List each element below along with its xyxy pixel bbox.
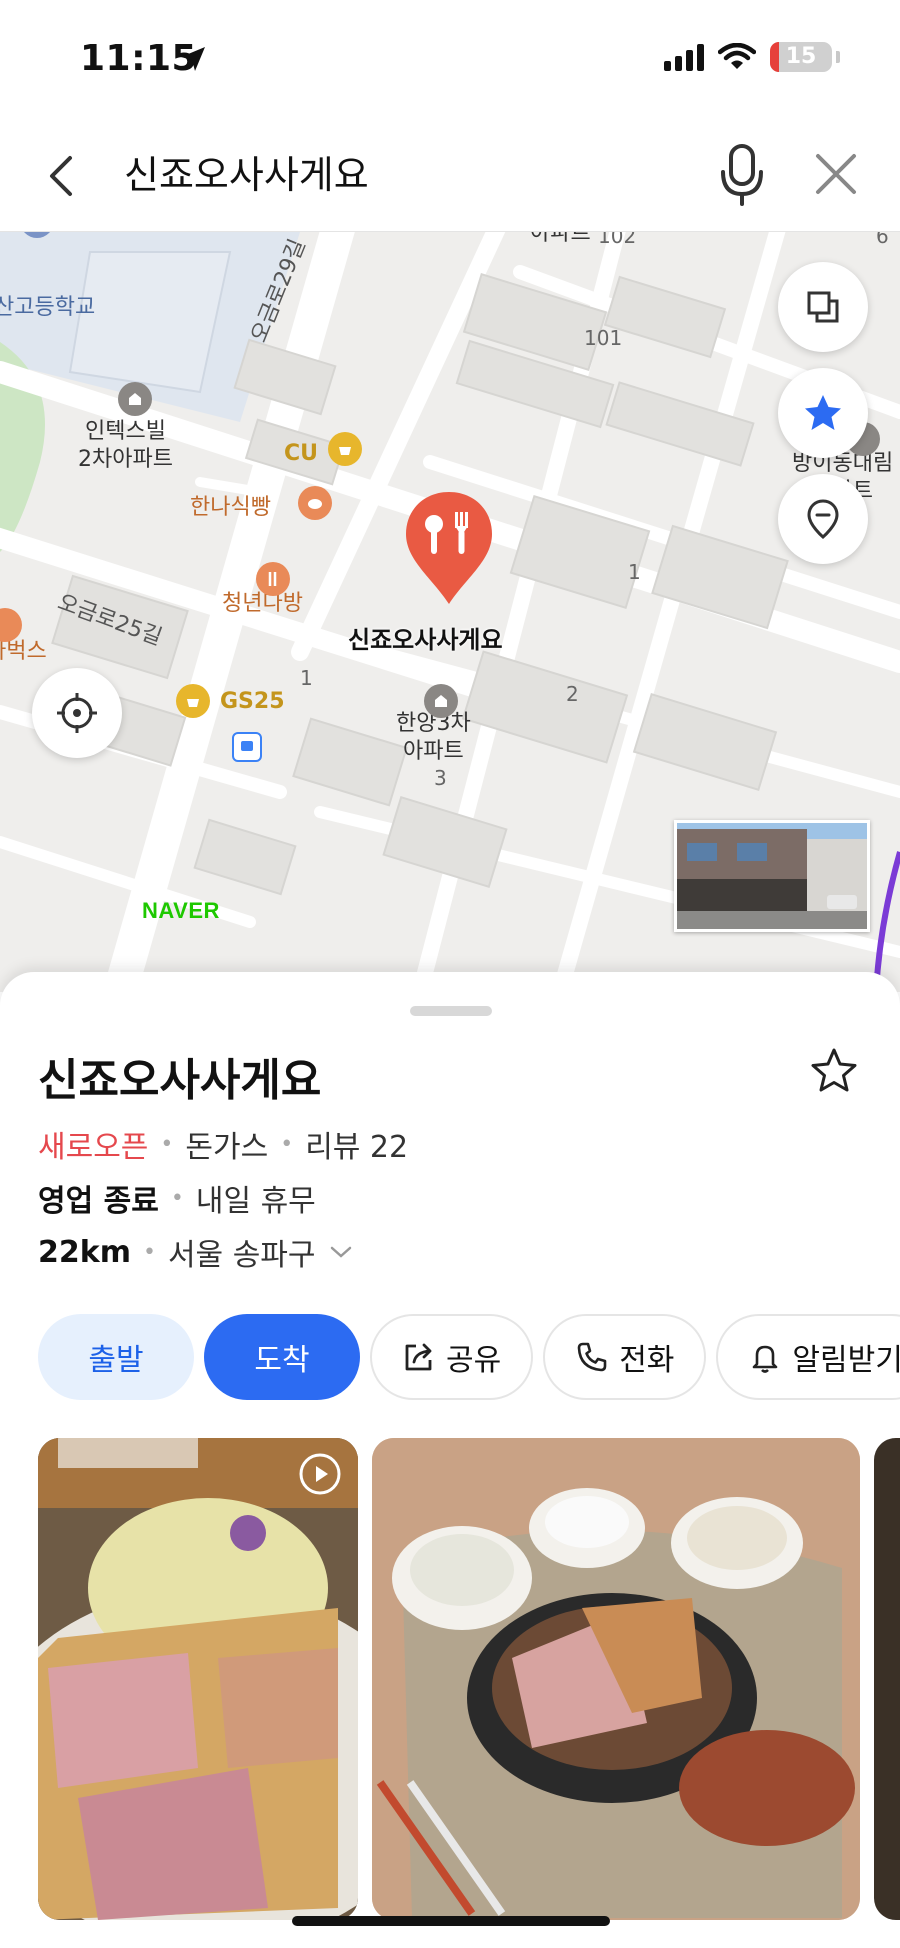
map-number: 6: [876, 232, 889, 248]
layers-icon: [807, 291, 839, 323]
apartment-icon: [118, 382, 152, 416]
map-label-gs25: GS25: [220, 689, 285, 714]
map-number: 101: [584, 326, 623, 350]
separator-dot: •: [160, 1131, 174, 1157]
favorites-layer-button[interactable]: [778, 368, 868, 458]
apartment-icon: [424, 684, 458, 718]
map-number: 3: [434, 766, 447, 790]
tonkatsu-photo-closeup: [38, 1438, 358, 1920]
status-bar: 11:15 15: [0, 0, 900, 120]
tonkatsu-set-photo: [372, 1438, 860, 1920]
place-category: 돈가스: [185, 1130, 269, 1165]
map-label-cu: CU: [284, 441, 319, 466]
video-play-icon: [299, 1453, 341, 1495]
search-input[interactable]: 신죠오사사게요: [124, 146, 369, 204]
microphone-icon[interactable]: [714, 142, 770, 208]
back-chevron-icon[interactable]: [36, 148, 92, 204]
convenience-store-icon: [328, 432, 362, 466]
arrive-label: 도착: [254, 1343, 310, 1378]
place-detail-sheet: 신죠오사사게요 새로오픈 • 돈가스 • 리뷰 22 영업 종료 • 내일 휴무…: [0, 972, 900, 1948]
home-indicator: [292, 1916, 610, 1926]
hours-note: 내일 휴무: [195, 1184, 316, 1219]
star-icon: [805, 395, 841, 430]
map-number: 1: [628, 560, 641, 584]
selected-restaurant-pin[interactable]: [402, 490, 496, 606]
notify-label: 알림받기: [792, 1343, 900, 1378]
photo-item[interactable]: [874, 1438, 900, 1920]
map-number: 102: [598, 232, 637, 248]
photo-carousel[interactable]: [38, 1438, 900, 1920]
map-label-intex-villa: 인텍스빌 2차아파트: [78, 419, 173, 472]
battery-cap: [836, 51, 840, 63]
separator-dot: •: [280, 1131, 294, 1157]
location-arrow-icon: [181, 47, 205, 71]
naver-logo: NAVER: [142, 898, 220, 923]
separator-dot: •: [170, 1185, 184, 1211]
map-label-school: 산고등학교: [0, 295, 96, 320]
map-number: 1: [300, 666, 313, 690]
map-label-hanyang: 한양3차 아파트: [396, 711, 471, 764]
cellular-signal-icon: [664, 43, 704, 71]
depart-label: 출발: [88, 1343, 144, 1378]
share-icon: [405, 1343, 432, 1371]
search-bar: 신죠오사사게요: [0, 120, 900, 232]
close-icon[interactable]: [808, 146, 864, 202]
hours-status: 영업 종료: [38, 1184, 159, 1219]
chevron-down-icon: [330, 1246, 351, 1258]
bus-stop-icon: [232, 732, 262, 762]
photo-item[interactable]: [372, 1438, 860, 1920]
map-label-starbucks: 타벅스: [0, 639, 47, 664]
bakery-icon: [298, 486, 332, 520]
convenience-store-icon: [176, 684, 210, 718]
action-buttons: 출발 도착 공유 전화 알림받기: [38, 1314, 900, 1400]
map-label-cheongnyeon: 청년다방: [222, 591, 303, 616]
favorite-star-icon[interactable]: [806, 1044, 862, 1100]
sheet-drag-handle[interactable]: [410, 1006, 492, 1016]
separator-dot: •: [142, 1239, 156, 1265]
save-location-button[interactable]: [778, 474, 868, 564]
depart-button[interactable]: 출발: [38, 1314, 194, 1400]
locate-me-icon: [57, 693, 97, 733]
battery-percent: 15: [785, 44, 817, 69]
share-label: 공유: [446, 1343, 502, 1378]
map-number: 105: [354, 232, 392, 234]
place-title: 신죠오사사게요: [38, 1055, 322, 1106]
call-label: 전화: [619, 1343, 675, 1378]
status-indicators: 15: [664, 42, 840, 72]
wifi-icon: [718, 43, 756, 69]
phone-icon: [577, 1342, 607, 1372]
area: 서울 송파구: [167, 1238, 316, 1273]
distance: 22km: [38, 1234, 131, 1270]
share-button[interactable]: 공유: [370, 1314, 534, 1400]
new-open-badge: 새로오픈: [38, 1130, 149, 1165]
layers-button[interactable]: [778, 262, 868, 352]
arrive-button[interactable]: 도착: [204, 1314, 360, 1400]
map-number: 2: [566, 682, 579, 706]
map-label-apartment-top: 아파트: [530, 232, 591, 246]
bell-icon: [753, 1345, 778, 1373]
notify-button[interactable]: 알림받기: [716, 1314, 900, 1400]
street-view-thumbnail[interactable]: [674, 820, 870, 932]
pin-outline-icon: [807, 499, 839, 539]
locate-me-button[interactable]: [32, 668, 122, 758]
place-meta-row: 새로오픈 • 돈가스 • 리뷰 22: [38, 1122, 408, 1166]
restaurant-icon: [256, 562, 290, 596]
street-view-image: [677, 823, 867, 929]
location-row[interactable]: 22km • 서울 송파구: [38, 1230, 354, 1274]
review-count[interactable]: 리뷰 22: [305, 1122, 408, 1166]
selected-place-label: 신죠오사사게요: [348, 626, 503, 654]
hours-row[interactable]: 영업 종료 • 내일 휴무: [38, 1176, 316, 1220]
map-label-hana-bakery: 한나식빵: [190, 495, 271, 520]
call-button[interactable]: 전화: [543, 1314, 707, 1400]
battery-icon: 15: [770, 42, 832, 72]
photo-item[interactable]: [38, 1438, 358, 1920]
map-view[interactable]: 산고등학교 아파트 인텍스빌 2차아파트 CU 한나식빵 청년다방 타벅스 GS…: [0, 232, 900, 992]
